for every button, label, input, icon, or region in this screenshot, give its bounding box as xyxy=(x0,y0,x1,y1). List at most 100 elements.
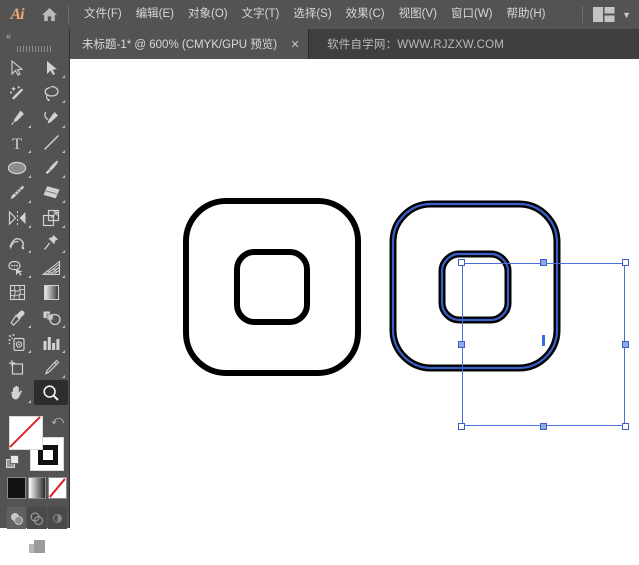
tool-flyout-indicator xyxy=(62,250,65,253)
tool-flyout-indicator xyxy=(62,150,65,153)
tool-flyout-indicator xyxy=(62,75,65,78)
lasso-tool[interactable] xyxy=(34,80,68,105)
draw-mode-bar xyxy=(7,507,67,531)
tool-flyout-indicator xyxy=(28,325,31,328)
eyedropper-tool[interactable] xyxy=(0,305,34,330)
hand-tool[interactable] xyxy=(0,380,34,405)
rounded-square-shape-left[interactable] xyxy=(182,197,362,377)
tool-flyout-indicator xyxy=(62,325,65,328)
tool-flyout-indicator xyxy=(28,200,31,203)
width-tool[interactable] xyxy=(0,230,34,255)
selection-handle-bottom-center[interactable] xyxy=(540,423,547,430)
free-transform-tool[interactable] xyxy=(34,230,68,255)
type-tool[interactable]: T xyxy=(0,130,34,155)
symbol-sprayer-tool[interactable] xyxy=(0,330,34,355)
direct-selection-tool[interactable] xyxy=(34,55,68,80)
tool-flyout-indicator xyxy=(62,125,65,128)
menu-effect[interactable]: 效果(C) xyxy=(339,0,392,29)
svg-text:T: T xyxy=(12,136,22,151)
blend-tool[interactable] xyxy=(34,305,68,330)
tool-flyout-indicator xyxy=(62,375,65,378)
gradient-tool[interactable] xyxy=(34,280,68,305)
color-mode-none[interactable] xyxy=(48,477,68,499)
tool-flyout-indicator xyxy=(28,400,31,403)
menu-divider-right xyxy=(582,6,584,23)
watermark-text: 软件自学网：WWW.RJZXW.COM xyxy=(327,39,504,51)
eraser-tool[interactable] xyxy=(34,180,68,205)
document-tab[interactable]: 未标题-1* @ 600% (CMYK/GPU 预览) ✕ xyxy=(70,29,310,59)
draw-normal-mode[interactable] xyxy=(7,507,27,529)
artboard-tool[interactable] xyxy=(0,355,34,380)
menu-edit[interactable]: 编辑(E) xyxy=(129,0,181,29)
menu-file[interactable]: 文件(F) xyxy=(77,0,129,29)
shape-builder-tool[interactable] xyxy=(0,255,34,280)
tool-flyout-indicator xyxy=(62,275,65,278)
column-graph-tool[interactable] xyxy=(34,330,68,355)
app-logo: Ai xyxy=(10,5,24,23)
color-mode-solid[interactable] xyxy=(7,477,26,499)
menu-bar: Ai 文件(F) 编辑(E) 对象(O) 文字(T) 选择(S) 效果(C) 视… xyxy=(0,0,639,29)
tool-flyout-indicator xyxy=(28,350,31,353)
menu-view[interactable]: 视图(V) xyxy=(392,0,444,29)
collapse-panel-icon[interactable]: « xyxy=(0,29,69,43)
home-icon[interactable] xyxy=(34,0,64,29)
draw-behind-mode[interactable] xyxy=(27,507,47,529)
tool-flyout-indicator xyxy=(62,225,65,228)
scale-tool[interactable] xyxy=(34,205,68,230)
zoom-tool[interactable] xyxy=(34,380,68,405)
tool-flyout-indicator xyxy=(62,100,65,103)
tool-flyout-indicator xyxy=(28,150,31,153)
close-icon[interactable]: ✕ xyxy=(289,38,301,51)
perspective-grid-tool[interactable] xyxy=(34,255,68,280)
reflect-tool[interactable] xyxy=(0,205,34,230)
tool-flyout-indicator xyxy=(28,250,31,253)
fill-swatch[interactable] xyxy=(9,416,43,450)
ellipse-tool[interactable] xyxy=(0,155,34,180)
menu-window[interactable]: 窗口(W) xyxy=(444,0,500,29)
mesh-tool[interactable] xyxy=(0,280,34,305)
selection-center-point xyxy=(542,335,545,346)
tool-flyout-indicator xyxy=(28,125,31,128)
color-controls: ⤺ xyxy=(0,411,70,553)
line-segment-tool[interactable] xyxy=(34,130,68,155)
selection-tool[interactable] xyxy=(0,55,34,80)
tool-flyout-indicator xyxy=(62,175,65,178)
selection-handle-bottom-left[interactable] xyxy=(458,423,465,430)
selection-handle-top-center[interactable] xyxy=(540,259,547,266)
panel-grip[interactable] xyxy=(0,43,69,55)
document-tab-label: 未标题-1* @ 600% (CMYK/GPU 预览) xyxy=(82,39,278,51)
tool-flyout-indicator xyxy=(62,350,65,353)
workspace-layout-icon[interactable] xyxy=(593,7,615,22)
selection-handle-middle-right[interactable] xyxy=(622,341,629,348)
change-screen-mode-button[interactable] xyxy=(0,537,70,565)
draw-inside-mode[interactable] xyxy=(47,507,67,529)
tools-panel: « T ⤺ xyxy=(0,29,70,553)
artboard-canvas[interactable] xyxy=(70,59,639,528)
paintbrush-tool[interactable] xyxy=(34,155,68,180)
tool-flyout-indicator xyxy=(28,225,31,228)
tool-flyout-indicator xyxy=(62,200,65,203)
menu-select[interactable]: 选择(S) xyxy=(286,0,338,29)
pen-tool[interactable] xyxy=(0,105,34,130)
selection-handle-bottom-right[interactable] xyxy=(622,423,629,430)
menu-help[interactable]: 帮助(H) xyxy=(500,0,553,29)
selection-handle-top-left[interactable] xyxy=(458,259,465,266)
selection-handle-top-right[interactable] xyxy=(622,259,629,266)
magic-wand-tool[interactable] xyxy=(0,80,34,105)
menu-type[interactable]: 文字(T) xyxy=(235,0,287,29)
tool-grid: T xyxy=(0,55,69,405)
swap-fill-stroke-icon[interactable]: ⤺ xyxy=(51,413,64,428)
menubar-right-group: ▼ xyxy=(582,6,639,23)
tool-flyout-indicator xyxy=(28,175,31,178)
color-mode-gradient[interactable] xyxy=(27,477,47,499)
blob-brush-tool[interactable] xyxy=(0,180,34,205)
menu-object[interactable]: 对象(O) xyxy=(181,0,235,29)
chevron-down-icon[interactable]: ▼ xyxy=(622,10,631,20)
slice-tool[interactable] xyxy=(34,355,68,380)
document-tab-bar: 未标题-1* @ 600% (CMYK/GPU 预览) ✕ 软件自学网：WWW.… xyxy=(70,29,639,59)
add-anchor-point-tool[interactable] xyxy=(34,105,68,130)
menu-divider xyxy=(68,6,69,23)
selection-handle-middle-left[interactable] xyxy=(458,341,465,348)
default-fill-stroke-icon[interactable] xyxy=(6,455,20,474)
color-mode-bar xyxy=(7,477,68,503)
